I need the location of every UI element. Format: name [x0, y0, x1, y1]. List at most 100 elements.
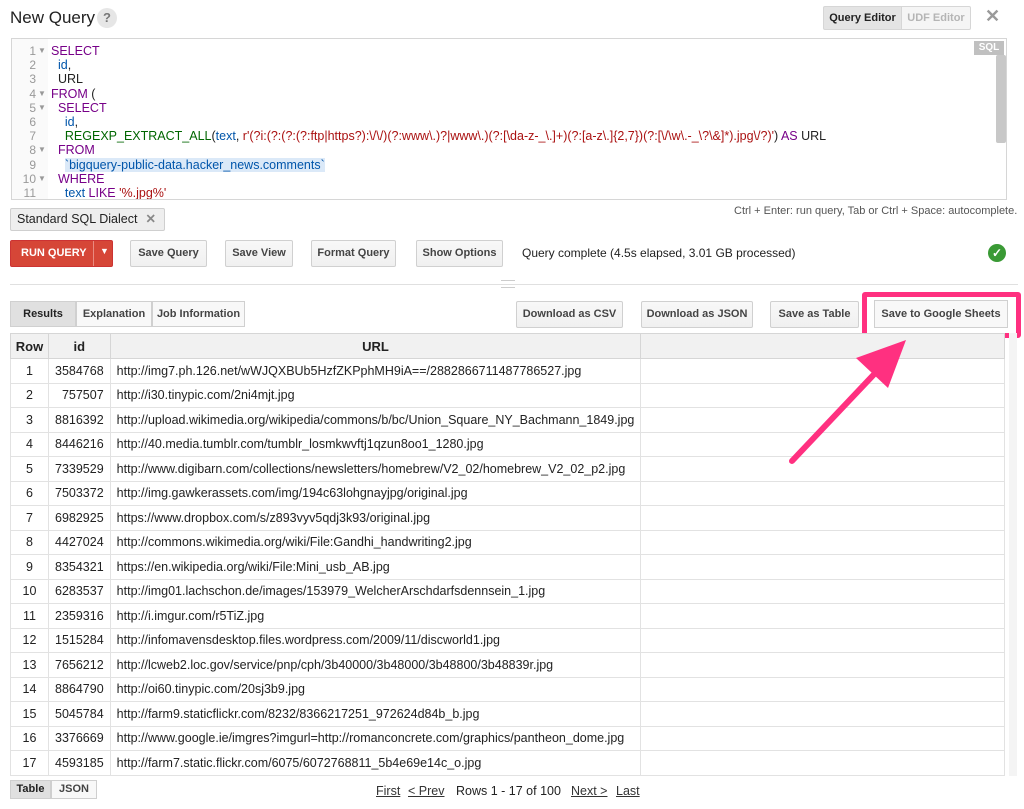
line-number: 11	[23, 186, 36, 200]
fold-icon[interactable]: ▼	[38, 87, 46, 101]
empty-cell	[640, 505, 1005, 531]
row-number-cell: 9	[10, 554, 49, 580]
query-editor-tab[interactable]: Query Editor	[823, 6, 902, 30]
format-query-button[interactable]: Format Query	[311, 240, 396, 267]
download-json-button[interactable]: Download as JSON	[641, 301, 753, 328]
table-row: 6 7503372 http://img.gawkerassets.com/img/…	[10, 480, 1005, 506]
first-page-link[interactable]: First	[376, 784, 400, 798]
row-number-cell: 6	[10, 480, 49, 506]
id-cell: 7339529	[48, 456, 111, 482]
url-cell: http://infomavensdesktop.files.wordpress…	[109, 627, 642, 653]
fold-icon[interactable]: ▼	[38, 172, 46, 186]
code-text: SELECT	[51, 44, 100, 58]
prev-page-link[interactable]: < Prev	[408, 784, 444, 798]
line-number: 4	[29, 86, 36, 101]
tab-explanation[interactable]: Explanation	[76, 301, 152, 327]
table-row: 1 3584768 http://img7.ph.126.net/wWJQXBUb5…	[10, 358, 1005, 384]
row-number-cell: 11	[10, 603, 49, 629]
table-row: 15 5045784 http://farm9.staticflickr.com/8…	[10, 701, 1005, 727]
id-cell: 4427024	[48, 529, 111, 555]
url-cell: http://img.gawkerassets.com/img/194c63lo…	[109, 480, 642, 506]
url-cell: http://commons.wikimedia.org/wiki/File:G…	[109, 529, 642, 555]
id-cell: 5045784	[48, 701, 111, 727]
view-tab-table[interactable]: Table	[10, 780, 51, 799]
code-text: SELECT	[57, 100, 107, 115]
download-csv-button[interactable]: Download as CSV	[516, 301, 623, 328]
id-cell: 8864790	[48, 676, 111, 702]
view-tab-json[interactable]: JSON	[51, 780, 97, 799]
code-text: `bigquery-public-data.hacker_news.commen…	[64, 157, 325, 172]
table-row: 5 7339529 http://www.digibarn.com/collecti…	[10, 456, 1005, 482]
code-text: FROM	[57, 143, 95, 158]
empty-cell	[640, 456, 1005, 482]
column-header-id[interactable]: id	[48, 333, 111, 359]
id-cell: 3376669	[48, 725, 111, 751]
id-cell: 2359316	[48, 603, 111, 629]
line-number: 10	[22, 171, 36, 186]
tab-job-information[interactable]: Job Information	[152, 301, 245, 327]
row-number-cell: 14	[10, 676, 49, 702]
line-number: 7	[29, 129, 36, 144]
save-query-button[interactable]: Save Query	[130, 240, 207, 267]
url-cell: http://farm7.static.flickr.com/6075/6072…	[109, 750, 642, 776]
row-number-cell: 10	[10, 578, 49, 604]
code-text: text LIKE '%.jpg%'	[64, 186, 167, 200]
keyboard-hint: Ctrl + Enter: run query, Tab or Ctrl + S…	[734, 205, 1018, 217]
sql-editor[interactable]: 1 ▼ SELECT 2 id, 3 URL 4 ▼ FROM (5 ▼ SELECT 6 id,…	[11, 38, 1007, 200]
close-icon[interactable]: ✕	[985, 6, 1000, 27]
column-header-empty	[640, 333, 1005, 359]
resize-handle[interactable]	[501, 280, 515, 288]
column-header-url[interactable]: URL	[109, 333, 642, 359]
run-query-button[interactable]: RUN QUERY ▼	[10, 240, 113, 267]
empty-cell	[640, 701, 1005, 727]
page-title: New Query	[10, 8, 96, 27]
fold-icon[interactable]: ▼	[38, 143, 46, 157]
code-text: REGEXP_EXTRACT_ALL(text, r'(?i:(?:(?:(?:…	[64, 129, 827, 144]
table-row: 10 6283537 http://img01.lachschon.de/image…	[10, 578, 1005, 604]
row-number-cell: 16	[10, 725, 49, 751]
url-cell: http://lcweb2.loc.gov/service/pnp/cph/3b…	[109, 652, 642, 678]
show-options-button[interactable]: Show Options	[416, 240, 503, 267]
dialect-chip[interactable]: Standard SQL Dialect ✕	[10, 208, 165, 231]
column-header-row[interactable]: Row	[10, 333, 49, 359]
fold-icon[interactable]: ▼	[38, 44, 46, 58]
fold-icon[interactable]: ▼	[38, 101, 46, 115]
save-as-table-button[interactable]: Save as Table	[770, 301, 859, 328]
line-number: 8	[29, 143, 36, 158]
empty-cell	[640, 603, 1005, 629]
code-text: URL	[51, 72, 83, 87]
results-scrollbar[interactable]	[1009, 333, 1017, 776]
empty-cell	[640, 480, 1005, 506]
table-row: 11 2359316 http://i.imgur.com/r5TiZ.jpg	[10, 603, 1005, 629]
udf-editor-tab[interactable]: UDF Editor	[902, 6, 971, 30]
id-cell: 7656212	[48, 652, 111, 678]
url-cell: http://img01.lachschon.de/images/153979_…	[109, 578, 642, 604]
id-cell: 8446216	[48, 431, 111, 457]
id-cell: 757507	[48, 382, 111, 408]
row-number-cell: 3	[10, 407, 49, 433]
table-row: 8 4427024 http://commons.wikimedia.org/wik…	[10, 529, 1005, 555]
save-view-button[interactable]: Save View	[225, 240, 293, 267]
success-check-icon: ✓	[988, 244, 1006, 262]
line-number: 3	[29, 72, 36, 87]
run-options-caret-icon[interactable]: ▼	[100, 246, 109, 256]
line-number: 1	[29, 44, 36, 58]
code-text: id,	[64, 115, 79, 129]
editor-scrollbar[interactable]	[996, 55, 1006, 143]
next-page-link[interactable]: Next >	[571, 784, 607, 798]
id-cell: 8354321	[48, 554, 111, 580]
empty-cell	[640, 578, 1005, 604]
highlight-box	[862, 292, 1021, 338]
last-page-link[interactable]: Last	[616, 784, 640, 798]
url-cell: http://40.media.tumblr.com/tumblr_losmkw…	[109, 431, 642, 457]
remove-dialect-icon[interactable]: ✕	[145, 212, 155, 226]
sql-badge: SQL	[974, 41, 1004, 55]
empty-cell	[640, 652, 1005, 678]
help-icon[interactable]: ?	[97, 8, 117, 28]
empty-cell	[640, 431, 1005, 457]
empty-cell	[640, 358, 1005, 384]
code-text: WHERE	[57, 171, 105, 186]
tab-results[interactable]: Results	[10, 301, 76, 327]
table-row: 9 8354321 https://en.wikipedia.org/wiki/Fi…	[10, 554, 1005, 580]
run-query-label: RUN QUERY	[21, 247, 87, 259]
